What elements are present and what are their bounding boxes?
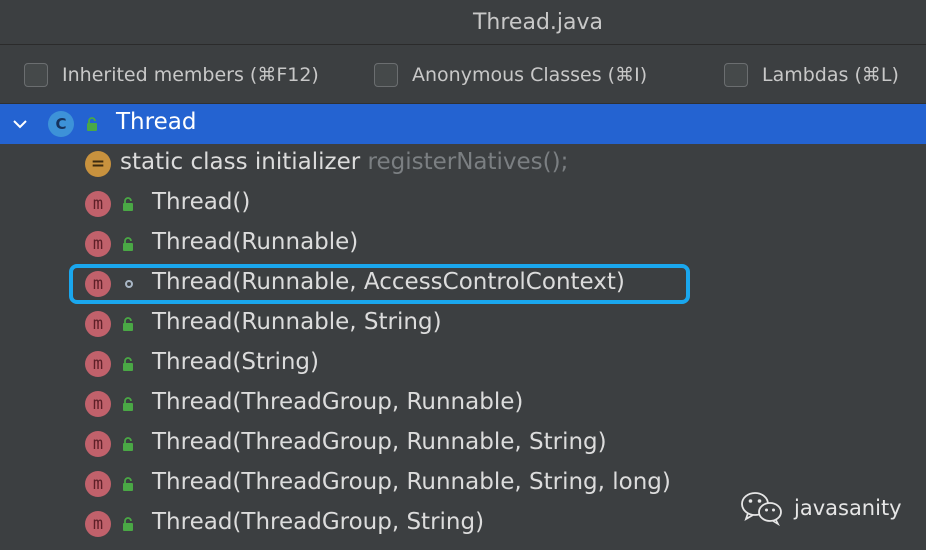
window-titlebar: Thread.java bbox=[0, 0, 926, 45]
tree-item-method[interactable]: m Thread(String) bbox=[0, 344, 926, 384]
method-label: Thread(Runnable, String) bbox=[152, 309, 442, 335]
method-icon: m bbox=[85, 391, 111, 417]
highlight-box bbox=[69, 264, 690, 304]
method-label: Thread(ThreadGroup, String) bbox=[152, 509, 485, 535]
tree-item-static-initializer[interactable]: = static class initializer registerNativ… bbox=[0, 144, 926, 184]
lambdas-checkbox[interactable] bbox=[724, 63, 748, 87]
anonymous-classes-checkbox[interactable] bbox=[374, 63, 398, 87]
method-label: Thread(ThreadGroup, Runnable) bbox=[152, 389, 524, 415]
inherited-members-checkbox[interactable] bbox=[24, 63, 48, 87]
public-lock-icon bbox=[123, 237, 133, 251]
public-lock-icon bbox=[123, 317, 133, 331]
anonymous-classes-option[interactable]: Anonymous Classes (⌘I) bbox=[374, 61, 647, 89]
wechat-icon bbox=[741, 492, 782, 526]
public-lock-icon bbox=[123, 197, 133, 211]
static-initializer-icon: = bbox=[85, 151, 111, 177]
method-icon: m bbox=[85, 511, 111, 537]
watermark: javasanity bbox=[740, 490, 902, 526]
method-label: Thread(ThreadGroup, Runnable, String, lo… bbox=[152, 469, 671, 495]
chevron-down-icon[interactable] bbox=[12, 116, 28, 132]
public-lock-icon bbox=[123, 517, 133, 531]
tree-item-method[interactable]: m Thread(Runnable) bbox=[0, 224, 926, 264]
tree-item-method[interactable]: m Thread(ThreadGroup, Runnable, String) bbox=[0, 424, 926, 464]
class-icon: C bbox=[48, 111, 74, 137]
method-icon: m bbox=[85, 311, 111, 337]
method-label: Thread() bbox=[152, 189, 251, 215]
structure-tree: C Thread = static class initializer regi… bbox=[0, 104, 926, 550]
window-title: Thread.java bbox=[472, 9, 603, 35]
public-lock-icon bbox=[123, 397, 133, 411]
lambdas-option[interactable]: Lambdas (⌘L) bbox=[724, 61, 899, 89]
method-icon: m bbox=[85, 231, 111, 257]
lambdas-label: Lambdas (⌘L) bbox=[762, 64, 899, 86]
watermark-text: javasanity bbox=[794, 496, 902, 520]
tree-item-method[interactable]: m Thread() bbox=[0, 184, 926, 224]
inherited-members-label: Inherited members (⌘F12) bbox=[62, 64, 319, 86]
tree-item-method[interactable]: m Thread(Runnable, String) bbox=[0, 304, 926, 344]
anonymous-classes-label: Anonymous Classes (⌘I) bbox=[412, 64, 648, 86]
method-label: Thread(ThreadGroup, Runnable, String) bbox=[152, 429, 607, 455]
public-lock-icon bbox=[123, 437, 133, 451]
static-initializer-hint: registerNatives(); bbox=[367, 149, 569, 175]
method-icon: m bbox=[85, 191, 111, 217]
tree-item-label: static class initializer registerNatives… bbox=[120, 149, 568, 175]
method-label: Thread(Runnable) bbox=[152, 229, 359, 255]
method-icon: m bbox=[85, 431, 111, 457]
tree-item-method[interactable]: m Thread(ThreadGroup, Runnable) bbox=[0, 384, 926, 424]
static-initializer-label: static class initializer bbox=[120, 149, 361, 175]
public-lock-icon bbox=[123, 357, 133, 371]
structure-options-bar: Inherited members (⌘F12) Anonymous Class… bbox=[0, 45, 926, 104]
inherited-members-option[interactable]: Inherited members (⌘F12) bbox=[24, 61, 319, 89]
method-icon: m bbox=[85, 471, 111, 497]
public-lock-icon bbox=[87, 117, 97, 131]
method-icon: m bbox=[85, 351, 111, 377]
public-lock-icon bbox=[123, 477, 133, 491]
tree-root-row[interactable]: C Thread bbox=[0, 104, 926, 144]
tree-root-label: Thread bbox=[116, 109, 197, 135]
method-label: Thread(String) bbox=[152, 349, 320, 375]
